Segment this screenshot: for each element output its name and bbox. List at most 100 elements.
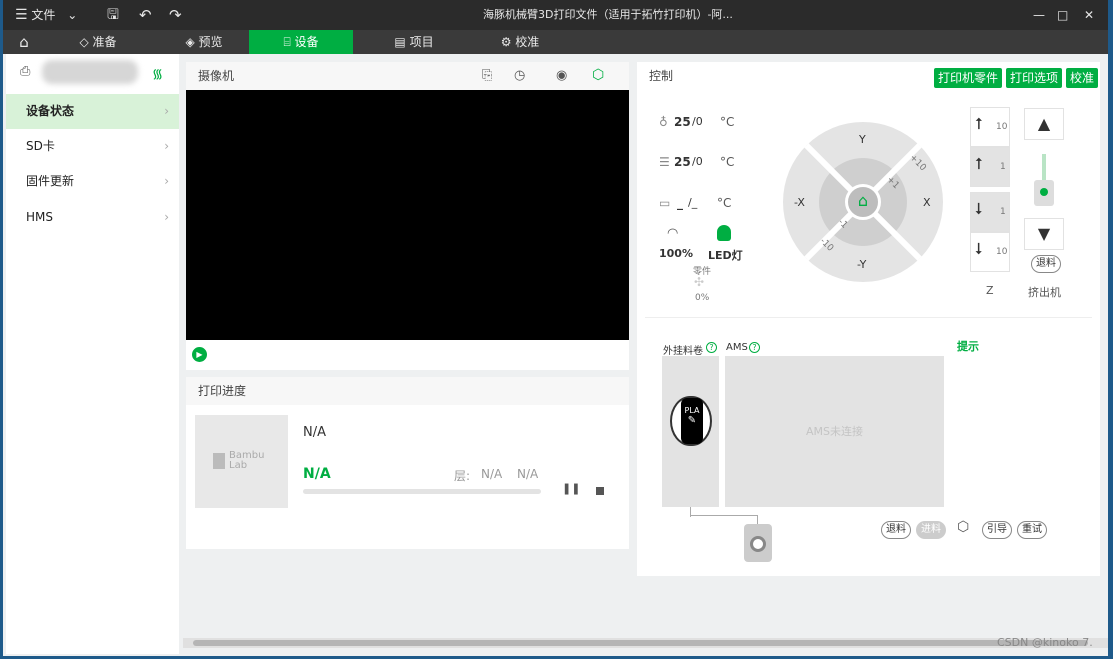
minimize-icon[interactable]: — [1033, 0, 1045, 30]
cube-icon: ◇ [79, 35, 89, 49]
z-up-10-button[interactable]: ⭡ 10 [970, 107, 1010, 147]
print-options-button[interactable]: 打印选项 [1006, 68, 1063, 88]
bed-unit: °C [720, 155, 735, 169]
help-icon[interactable]: ? [749, 342, 760, 353]
printer-selector[interactable]: ⎙ ᯾ [6, 54, 179, 94]
arrow-down-icon: ⭣ [975, 199, 983, 218]
extruder-down-icon[interactable]: ▼ [1024, 218, 1064, 250]
z-down-1-button[interactable]: ⭣ 1 [970, 192, 1010, 232]
chamber-unit: °C [717, 196, 732, 210]
unload-button[interactable]: 退料 [881, 521, 911, 539]
file-menu[interactable]: ☰ 文件 ⌄ [15, 0, 77, 30]
z-step-label: 1 [1000, 162, 1006, 172]
extruder-status-dot [1040, 188, 1048, 196]
arrow-down-icon: ⭣ [975, 239, 983, 258]
bed-temp: 25 [674, 155, 691, 169]
arrow-up-icon: ⭡ [975, 154, 983, 173]
tab-prepare-label: 准备 [92, 35, 117, 49]
nozzle-temp: 25 [674, 115, 691, 129]
chamber-icon: ▭ [659, 196, 671, 210]
play-icon[interactable]: ▶ [192, 347, 207, 362]
jog-x-plus[interactable]: X [923, 196, 931, 209]
device-sidebar: ⎙ ᯾ 设备状态 › SD卡 › 固件更新 › HMS › [6, 54, 179, 654]
z-down-10-button[interactable]: ⭣ 10 [970, 232, 1010, 272]
timelapse-icon[interactable]: ◷ [514, 68, 525, 83]
sidebar-item-label: HMS [26, 210, 53, 224]
calibrate-button[interactable]: 校准 [1066, 68, 1099, 88]
nozzle-settings-icon[interactable]: ⬡ [957, 519, 969, 535]
sidebar-item-device-status[interactable]: 设备状态 › [6, 94, 179, 129]
maximize-icon[interactable]: □ [1057, 0, 1068, 30]
home-icon[interactable]: ⌂ [11, 30, 37, 54]
tab-preview[interactable]: ◈ 预览 [169, 30, 239, 54]
time-value: N/A [517, 467, 539, 481]
nozzle-target[interactable]: /0 [692, 115, 703, 128]
lamp-icon[interactable] [717, 225, 731, 241]
jog-minus10-label: -10 [817, 236, 836, 254]
bambu-logo-icon [213, 453, 225, 469]
sidebar-item-label: SD卡 [26, 139, 55, 153]
edit-icon[interactable]: ✎ [681, 415, 703, 426]
layer-label: 层: [454, 469, 471, 483]
z-step-label: 1 [1000, 207, 1006, 217]
app-window: ☰ 文件 ⌄ 🖫 ↶ ↷ 海豚机械臂3D打印文件（适用于拓竹打印机）-阿... … [3, 0, 1108, 656]
save-icon[interactable]: 🖫 [107, 0, 119, 30]
bambu-logo-text: Bambu Lab [229, 451, 264, 471]
spool-icon: PLA ✎ [681, 398, 703, 444]
tab-calibration[interactable]: ⚙ 校准 [485, 30, 555, 54]
extruder-retract-button[interactable]: 退料 [1031, 255, 1061, 273]
horizontal-scrollbar-thumb[interactable] [193, 640, 1088, 646]
progress-header: 打印进度 [186, 377, 629, 405]
pause-icon[interactable]: ❚❚ [562, 482, 580, 495]
sidebar-item-label: 设备状态 [26, 104, 75, 118]
speed-icon[interactable]: ◠ [667, 226, 678, 241]
chamber-temp: _ [677, 196, 683, 210]
help-icon[interactable]: ? [706, 342, 717, 353]
webcam-icon[interactable]: ◉ [556, 68, 567, 83]
printer-parts-button[interactable]: 打印机零件 [934, 68, 1003, 88]
hint-link[interactable]: 提示 [957, 338, 979, 354]
title-bar: ☰ 文件 ⌄ 🖫 ↶ ↷ 海豚机械臂3D打印文件（适用于拓竹打印机）-阿... … [3, 0, 1108, 30]
camera-settings-icon[interactable]: ⬡ [592, 67, 604, 83]
horizontal-scrollbar-track[interactable] [183, 638, 1108, 648]
stop-icon[interactable] [596, 487, 604, 495]
printer-icon: ⎙ [20, 64, 31, 79]
progress-title: 打印进度 [198, 384, 247, 398]
sd-record-icon[interactable]: ⎘ [482, 68, 492, 83]
tab-device-label: 设备 [294, 35, 319, 49]
device-icon: ⌸ [283, 35, 291, 49]
chevron-right-icon: › [164, 139, 169, 153]
extruder-up-icon[interactable]: ▲ [1024, 108, 1064, 140]
chevron-right-icon: › [164, 174, 169, 188]
jog-y-minus[interactable]: -Y [857, 258, 866, 271]
tab-project[interactable]: ▤ 项目 [379, 30, 449, 54]
close-icon[interactable]: ✕ [1084, 0, 1094, 30]
guide-button[interactable]: 引导 [982, 521, 1012, 539]
chevron-down-icon: ⌄ [67, 8, 78, 22]
redo-icon[interactable]: ↷ [169, 0, 182, 30]
sidebar-item-sd-card[interactable]: SD卡 › [6, 129, 179, 164]
fan-icon[interactable]: ✣ [694, 275, 704, 289]
camera-title: 摄像机 [198, 69, 235, 83]
load-button[interactable]: 进料 [916, 521, 946, 539]
external-spool-label: 外挂料卷 [663, 346, 703, 357]
speed-value: 100% [659, 247, 693, 260]
external-spool-slot[interactable]: PLA ✎ [662, 356, 719, 507]
xy-jog-wheel[interactable]: ⌂ Y -Y X -X +10 +1 -1 -10 [783, 122, 943, 282]
camera-video [186, 90, 629, 340]
print-percent: N/A [303, 466, 331, 482]
z-up-1-button[interactable]: ⭡ 1 [970, 147, 1010, 187]
jog-x-minus[interactable]: -X [794, 196, 805, 209]
sidebar-item-hms[interactable]: HMS › [6, 200, 179, 235]
tab-prepare[interactable]: ◇ 准备 [63, 30, 133, 54]
undo-icon[interactable]: ↶ [139, 0, 152, 30]
bed-target[interactable]: /0 [692, 155, 703, 168]
progress-bar [303, 489, 541, 494]
spool-material: PLA [684, 406, 700, 415]
section-divider [645, 317, 1092, 318]
sidebar-item-firmware[interactable]: 固件更新 › [6, 164, 179, 199]
home-axes-icon[interactable]: ⌂ [845, 184, 881, 220]
retry-button[interactable]: 重试 [1017, 521, 1047, 539]
jog-y-plus[interactable]: Y [859, 133, 866, 146]
tab-device[interactable]: ⌸ 设备 [249, 30, 353, 54]
